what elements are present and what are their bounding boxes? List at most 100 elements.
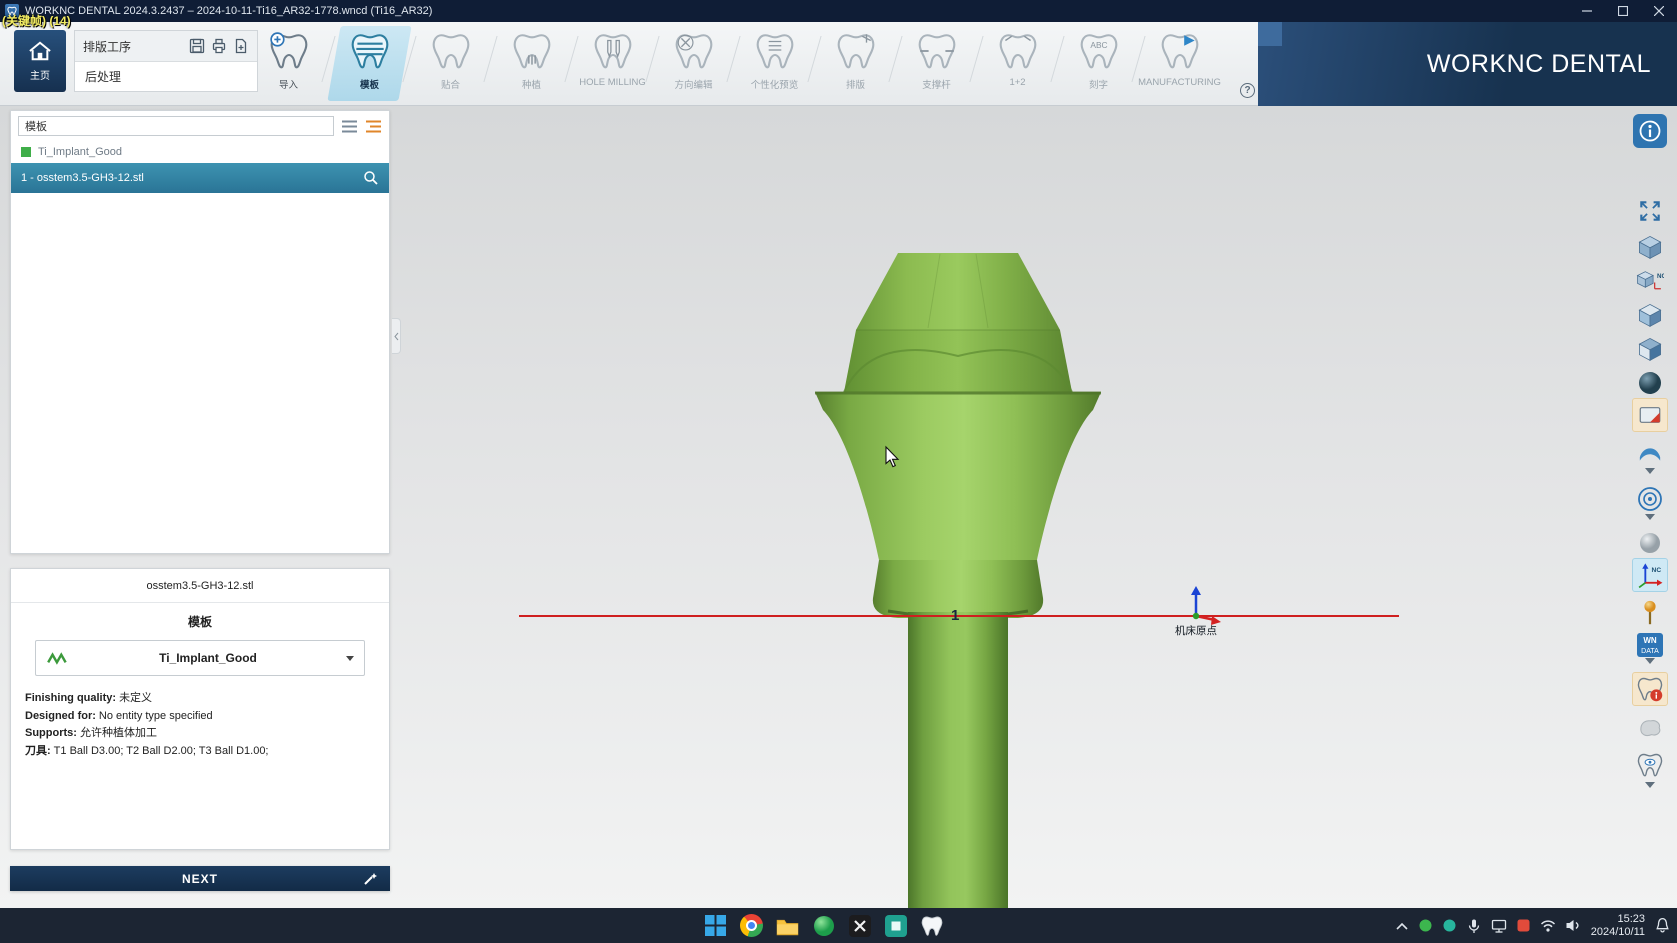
shaded-view-button[interactable] (1632, 366, 1668, 400)
property-row: Finishing quality:未定义 (25, 690, 375, 708)
iso-view-button[interactable] (1632, 230, 1668, 264)
main-area: 1 机床原点 模板 (0, 106, 1677, 908)
start-button[interactable] (703, 913, 728, 938)
chevron-down-icon[interactable] (1645, 468, 1655, 474)
implant-template-icon (46, 650, 70, 666)
info-button[interactable] (1632, 114, 1668, 148)
taskbar-teal-app-button[interactable] (883, 913, 908, 938)
tab-label: 贴合 (441, 77, 460, 91)
tray-display-icon[interactable] (1491, 918, 1507, 934)
stone-blob-icon (1637, 715, 1663, 739)
view-front-button[interactable] (1632, 298, 1668, 332)
clipping-plane-icon (1637, 402, 1663, 428)
print-icon[interactable] (211, 38, 227, 54)
data-glyph: DATA (1641, 648, 1659, 655)
property-value: 未定义 (119, 692, 152, 704)
tray-green-status-icon[interactable] (1418, 918, 1433, 933)
taskbar-x-app-button[interactable] (847, 913, 872, 938)
visibility-button[interactable] (1632, 748, 1668, 782)
property-row: 刀具:T1 Ball D3.00; T2 Ball D2.00; T3 Ball… (25, 743, 375, 761)
taskbar-green-app-button[interactable] (811, 913, 836, 938)
group-view-icon[interactable] (365, 119, 382, 134)
part-info-button[interactable] (1632, 672, 1668, 706)
tab-label: MANUFACTURING (1138, 77, 1221, 88)
new-document-icon[interactable] (233, 38, 249, 54)
inspect-icon[interactable] (363, 170, 379, 186)
wn-data-button[interactable]: WN DATA (1632, 628, 1668, 662)
home-label: 主页 (30, 67, 50, 82)
clock-date: 2024/10/11 (1591, 926, 1645, 939)
taskbar-apps (703, 908, 944, 943)
nc-glyph: NC (1652, 567, 1662, 574)
panel-collapse-handle[interactable] (392, 318, 401, 354)
next-button[interactable]: NEXT (10, 866, 390, 891)
tab-label: 方向编辑 (674, 77, 712, 91)
tooth-info-icon (1636, 675, 1664, 703)
list-item-label: 1 - osstem3.5-GH3-12.stl (21, 172, 144, 184)
chevron-down-icon[interactable] (1645, 782, 1655, 788)
nc-glyph: NC (1657, 273, 1664, 280)
clipping-view-button[interactable] (1632, 398, 1668, 432)
help-icon[interactable]: ? (1240, 83, 1255, 98)
home-button[interactable]: 主页 (14, 30, 66, 92)
tray-expand-icon[interactable] (1395, 920, 1409, 932)
list-item-stl-file[interactable]: 1 - osstem3.5-GH3-12.stl (11, 163, 389, 193)
chevron-down-icon[interactable] (1645, 658, 1655, 664)
tab-supports: 支撑杆 (896, 24, 977, 104)
window-title: WORKNC DENTAL 2024.3.2437 – 2024-10-11-T… (25, 5, 432, 17)
fit-view-icon (1637, 198, 1663, 224)
tab-label: 刻字 (1089, 77, 1108, 91)
blank-model-button[interactable] (1632, 710, 1668, 744)
wifi-icon[interactable] (1540, 918, 1556, 933)
volume-icon[interactable] (1565, 918, 1582, 933)
tab-label: 模板 (360, 77, 379, 91)
list-item-template-group[interactable]: Ti_Implant_Good (11, 141, 389, 163)
maximize-button[interactable] (1605, 0, 1641, 22)
system-tray: 15:23 2024/10/11 (1395, 908, 1671, 943)
nc-view-button[interactable]: NC (1632, 264, 1668, 298)
property-value: T1 Ball D3.00; T2 Ball D2.00; T3 Ball D1… (54, 745, 269, 757)
tray-record-icon[interactable] (1516, 918, 1531, 933)
close-button[interactable] (1641, 0, 1677, 22)
iso-cube-icon (1637, 234, 1663, 260)
process-group: 排版工序 (74, 30, 258, 92)
template-filter-input[interactable]: 模板 (18, 116, 334, 136)
clock[interactable]: 15:23 2024/10/11 (1591, 913, 1645, 939)
target-view-button[interactable] (1632, 482, 1668, 516)
tab-import[interactable]: 导入 (248, 24, 329, 104)
target-circles-icon (1637, 486, 1663, 512)
part-number-label: 1 (951, 607, 959, 624)
list-item-label: Ti_Implant_Good (38, 146, 122, 158)
taskbar-worknc-button[interactable] (919, 913, 944, 938)
view-back-button[interactable] (1632, 332, 1668, 366)
surface-view-button[interactable] (1632, 436, 1668, 470)
minimize-button[interactable] (1569, 0, 1605, 22)
tab-label: 种植 (522, 77, 541, 91)
nc-axes-button[interactable]: NC (1632, 558, 1668, 592)
tab-hole-milling: HOLE MILLING (572, 24, 653, 104)
section-title: 模板 (11, 613, 389, 630)
template-select[interactable]: Ti_Implant_Good (35, 640, 365, 676)
taskbar-chrome-button[interactable] (739, 913, 764, 938)
stock-view-button[interactable] (1632, 526, 1668, 560)
teal-app-icon (885, 915, 907, 937)
fit-view-button[interactable] (1632, 194, 1668, 228)
property-row: Designed for:No entity type specified (25, 708, 375, 726)
chevron-down-icon[interactable] (1645, 514, 1655, 520)
taskbar-explorer-button[interactable] (775, 913, 800, 938)
postprocess-menu-item[interactable]: 后处理 (75, 62, 257, 91)
implant-model[interactable] (815, 253, 1101, 908)
notification-bell-icon[interactable] (1654, 917, 1671, 934)
info-icon (1633, 114, 1667, 148)
tray-teal-status-icon[interactable] (1442, 918, 1457, 933)
probe-button[interactable] (1632, 596, 1668, 630)
tab-orientation: 方向编辑 (653, 24, 734, 104)
tray-mic-icon[interactable] (1466, 918, 1482, 934)
list-view-icon[interactable] (341, 119, 358, 134)
folder-icon (776, 916, 799, 936)
save-icon[interactable] (189, 38, 205, 54)
tab-implant: 种植 (491, 24, 572, 104)
process-title: 排版工序 (83, 38, 131, 55)
brand-accent-square (1258, 22, 1282, 46)
tab-template[interactable]: 模板 (329, 24, 410, 104)
